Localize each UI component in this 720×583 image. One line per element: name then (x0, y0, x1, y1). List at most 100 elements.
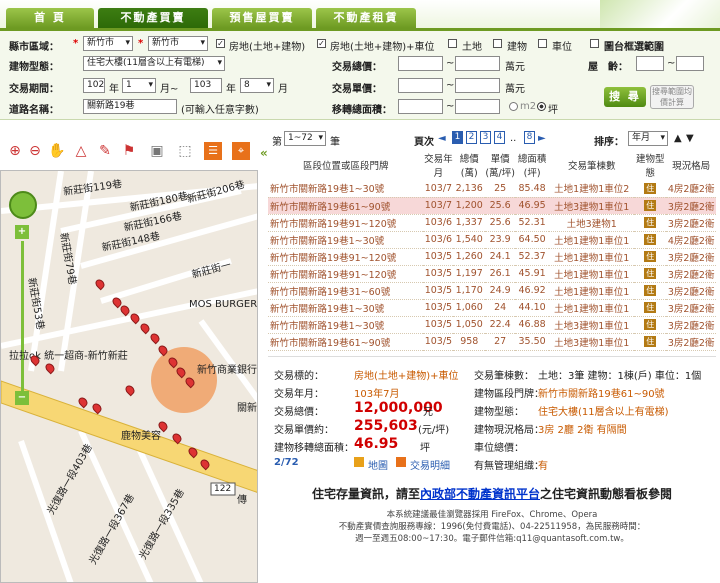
residence-badge: 住 (644, 234, 657, 245)
platform-link[interactable]: 內政部不動產資訊平台 (420, 487, 540, 501)
range-select[interactable]: 1~72 (284, 131, 326, 146)
map-legend-icon[interactable]: ⌖ (232, 142, 250, 160)
parking-checkbox[interactable] (538, 39, 547, 48)
area-m2-radio[interactable] (509, 102, 518, 111)
map-view[interactable]: + − 新莊街119巷 新莊街180巷 新莊街206巷 新莊街166巷 新莊街1… (0, 170, 258, 583)
table-row[interactable]: 新竹市關新路19巷1~30號 103/7 2,136 25 85.48 土地1建物1車位2… (268, 180, 716, 198)
district-select[interactable]: 新竹市 (148, 36, 208, 51)
col-count: 交易筆棟數 (549, 150, 635, 180)
tab-rental[interactable]: 不動產租賃 (316, 8, 416, 28)
county-select[interactable]: 新竹市 (83, 36, 133, 51)
zoom-minus-button[interactable]: − (15, 391, 29, 405)
table-row[interactable]: 新竹市關新路19巷1~30號 103/5 1,060 24 44.10 土地1建物1車位1… (268, 299, 716, 317)
marker-tool-icon[interactable]: ⚑ (120, 142, 138, 160)
required-mark: * (73, 38, 79, 49)
zoom-slider[interactable] (21, 241, 24, 391)
map-link[interactable]: 地圖 (368, 457, 388, 472)
area-min-input[interactable] (398, 99, 443, 114)
table-row[interactable]: 新竹市關新路19巷91~120號 103/5 1,197 26.1 45.91 土地1建物… (268, 265, 716, 283)
layout-cell: 3房2廳2衛 (666, 197, 716, 215)
total-cell: 1,540 (453, 231, 486, 249)
page-label: 頁次 (414, 137, 434, 148)
area-ping-radio[interactable] (537, 102, 546, 111)
period-label: 交易期間： (9, 84, 59, 95)
zoom-out-icon[interactable]: ⊖ (26, 142, 44, 160)
detail-area-label: 建物移轉總面積： (274, 443, 354, 454)
table-row[interactable]: 新竹市關新路19巷61~90號 103/7 1,200 25.6 46.95 土地3建物1… (268, 197, 716, 215)
year-from-input[interactable]: 102 (83, 78, 105, 93)
table-row[interactable]: 新竹市關新路19巷1~30號 103/5 1,050 22.4 46.88 土地3建物1車… (268, 316, 716, 334)
region-label: 縣市區域： (9, 42, 59, 53)
sort-desc-icon[interactable]: ▼ (686, 133, 694, 144)
pan-control[interactable] (9, 191, 37, 219)
address-cell: 新竹市關新路19巷91~120號 (268, 214, 424, 232)
total-price-min-input[interactable] (398, 56, 443, 71)
area-cell: 52.31 (515, 214, 550, 232)
zoom-in-icon[interactable]: ⊕ (6, 142, 24, 160)
map-label: ok 統一超商-新竹新莊 (29, 351, 128, 362)
total-price-max-input[interactable] (455, 56, 500, 71)
table-row[interactable]: 新竹市關新路19巷91~120號 103/6 1,337 25.6 52.31 土地3建物… (268, 214, 716, 232)
page-2[interactable]: 2 (466, 131, 477, 144)
table-row[interactable]: 新竹市關新路19巷61~90號 103/5 958 27 35.50 土地3建物1車位1 住… (268, 333, 716, 351)
road-input[interactable]: 關新路19巷 (83, 99, 177, 114)
tab-real-estate-sale[interactable]: 不動產買賣 (98, 8, 208, 28)
total-price-label: 交易總價： (332, 62, 382, 73)
type-cell: 住 (634, 333, 667, 351)
detail-total-label: 交易總價： (274, 407, 324, 418)
page-4[interactable]: 4 (494, 131, 505, 144)
search-button[interactable]: 搜 尋 (604, 87, 646, 107)
age-max-input[interactable] (676, 56, 704, 71)
measure-distance-icon[interactable]: ✎ (96, 142, 114, 160)
building-type-select[interactable]: 住宅大樓(11層含以上有電梯) (83, 56, 225, 71)
page-8[interactable]: 8 (524, 131, 535, 144)
age-label: 屋 齡： (588, 62, 628, 73)
fullscreen-icon[interactable]: ▣ (148, 142, 166, 160)
measure-area-icon[interactable]: △ (72, 142, 90, 160)
area-max-input[interactable] (455, 99, 500, 114)
prev-page-icon[interactable]: ◄ (438, 133, 446, 144)
page-3[interactable]: 3 (480, 131, 491, 144)
age-min-input[interactable] (636, 56, 664, 71)
month-from-select[interactable]: 1 (122, 78, 156, 93)
road-label: 道路名稱： (9, 105, 59, 116)
zoom-plus-button[interactable]: + (15, 225, 29, 239)
next-page-icon[interactable]: ► (538, 133, 546, 144)
table-row[interactable]: 新竹市關新路19巷91~120號 103/5 1,260 24.1 52.37 土地1建物… (268, 248, 716, 266)
month-to-select[interactable]: 8 (240, 78, 274, 93)
unit-price-min-input[interactable] (398, 78, 443, 93)
tab-home[interactable]: 首 頁 (6, 8, 94, 28)
area-cell: 46.92 (515, 282, 550, 300)
land-checkbox[interactable] (448, 39, 457, 48)
layer-list-icon[interactable]: ☰ (204, 142, 222, 160)
layout-cell: 4房2廳2衛 (666, 231, 716, 249)
count-cell: 土地1建物1車位1 (549, 282, 635, 300)
count-cell: 土地1建物1車位1 (549, 265, 635, 283)
table-row[interactable]: 新竹市關新路19巷31~60號 103/5 1,170 24.9 46.92 土地1建物1… (268, 282, 716, 300)
frame-range-checkbox[interactable] (590, 39, 599, 48)
page-1[interactable]: 1 (452, 131, 463, 144)
unit-price-max-input[interactable] (455, 78, 500, 93)
map-label: 傳 (237, 495, 247, 506)
table-row[interactable]: 新竹市關新路19巷1~30號 103/6 1,540 23.9 64.50 土地1建物1車… (268, 231, 716, 249)
date-cell: 103/5 (423, 248, 454, 266)
select-frame-icon[interactable]: ⬚ (176, 142, 194, 160)
pager-bar: 第 1~72 筆 頁次 ◄ 1 2 3 4 .. 8 ► 排序： 年月 ▲ ▼ (272, 131, 720, 148)
detail-link[interactable]: 交易明細 (410, 457, 450, 472)
year-to-input[interactable]: 103 (190, 78, 222, 93)
map-label: MOS BURGER摩斯 (189, 299, 258, 310)
col-date: 交易年月 (423, 150, 454, 180)
residence-badge: 住 (644, 251, 657, 262)
sort-select[interactable]: 年月 (628, 131, 668, 146)
land-building-parking-checkbox[interactable]: ✓ (317, 39, 326, 48)
average-price-button[interactable]: 搜尋範圍均價計算 (650, 85, 694, 109)
residence-badge: 住 (644, 336, 657, 347)
r2-value: 新竹市關新路19巷61~90號 (538, 389, 665, 400)
building-checkbox[interactable] (493, 39, 502, 48)
detail-area-value: 46.95 (354, 436, 399, 452)
tab-presale[interactable]: 預售屋買賣 (212, 8, 312, 28)
month-tilde: 月~ (160, 84, 179, 95)
pan-hand-icon[interactable]: ✋ (48, 142, 66, 160)
land-building-checkbox[interactable]: ✓ (216, 39, 225, 48)
sort-asc-icon[interactable]: ▲ (674, 133, 682, 144)
